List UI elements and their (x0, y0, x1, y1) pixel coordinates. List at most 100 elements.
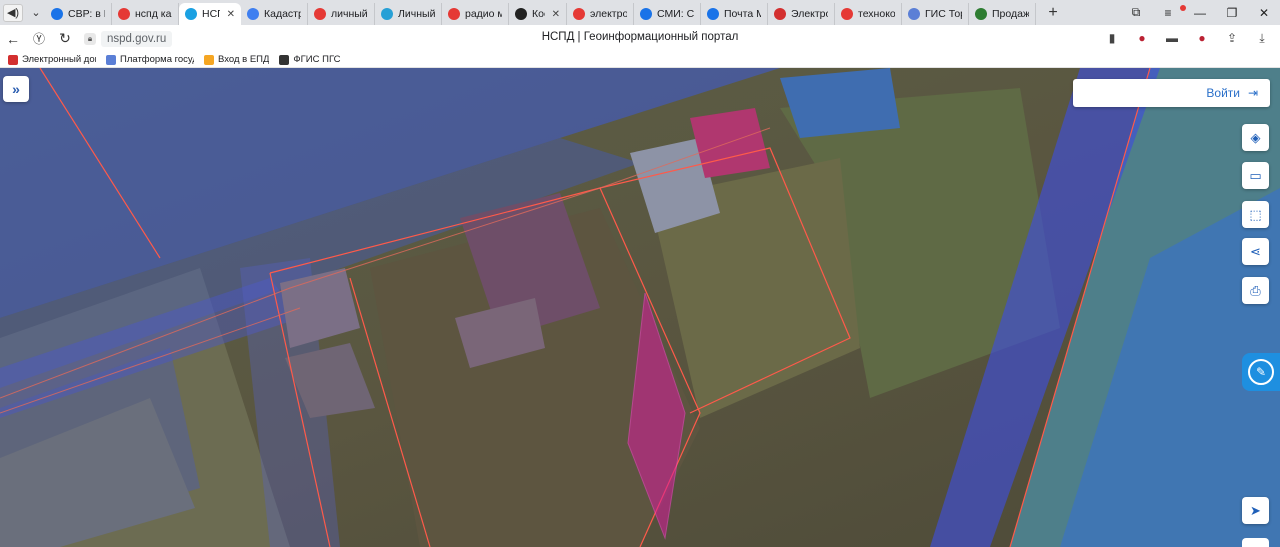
map-canvas[interactable]: » Войти ⇥ ◈ ▭ ⬚ ⋖ ⎙ ✎ ➤ (0, 68, 1280, 547)
tab-6[interactable]: радио м (442, 3, 509, 25)
bookmark-label: ФГИС ПГС (293, 54, 341, 65)
tab-1[interactable]: нспд кар (112, 3, 179, 25)
yandex-icon (573, 8, 585, 20)
mail-icon (707, 8, 719, 20)
globe-icon (51, 8, 63, 20)
address-bar: ← Ⓨ ↻ 🔒︎ nspd.gov.ru НСПД | Геоинформаци… (0, 25, 1280, 52)
tab-label: СВР: в ЕС (68, 8, 105, 20)
print-icon[interactable]: ⎙ (1242, 277, 1269, 304)
url-field[interactable]: 🔒︎ nspd.gov.ru (84, 29, 173, 49)
address-bar-actions: ▮ ● ▬ ● ⇪ ⤓ (1102, 28, 1272, 48)
chevron-down-icon[interactable]: ⌄ (27, 4, 45, 22)
extension-2-icon[interactable]: ● (1192, 28, 1212, 48)
tab-label: Почта М (724, 8, 761, 20)
expand-panel-button[interactable]: » (3, 76, 29, 102)
bookmark-0[interactable]: Электронный док (8, 54, 96, 65)
collections-icon[interactable]: ⧉ (1120, 5, 1152, 20)
bookmark-label: Вход в ЕПД (218, 54, 270, 65)
share-icon[interactable]: ⇪ (1222, 28, 1242, 48)
yandex-icon (314, 8, 326, 20)
tab-label: ГИС Тор (925, 8, 962, 20)
close-tab-icon[interactable]: ✕ (552, 9, 560, 20)
download-icon[interactable]: ⤓ (1252, 28, 1272, 48)
bookmark-icon[interactable]: ▮ (1102, 28, 1122, 48)
tab-14[interactable]: Продажа (969, 3, 1036, 25)
audio-icon[interactable]: ◀) (3, 3, 23, 22)
tabs-container: СВР: в ЕС нспд кар НСПД ✕ Кадастро личный Личн… (45, 0, 1036, 25)
yandex-icon (448, 8, 460, 20)
tab-7[interactable]: Кос ✕ (509, 3, 567, 25)
url-text[interactable]: nspd.gov.ru (101, 30, 173, 47)
tab-label: электрон (590, 8, 627, 20)
bookmark-label: Электронный док (22, 54, 96, 65)
lock-icon: 🔒︎ (84, 32, 96, 45)
bookmark-2[interactable]: Вход в ЕПД (204, 54, 269, 65)
bookmark-3[interactable]: ФГИС ПГС (279, 54, 341, 65)
globe-icon (640, 8, 652, 20)
bookmark-1[interactable]: Платформа госуд (106, 54, 194, 65)
tab-label: Кадастро (264, 8, 301, 20)
layers-icon[interactable]: ◈ (1242, 124, 1269, 151)
minimize-icon[interactable]: — (1184, 6, 1216, 20)
bars-icon (975, 8, 987, 20)
bottom-tool[interactable] (1242, 538, 1269, 547)
tab-8[interactable]: электрон (567, 3, 634, 25)
tab-label: Продажа (992, 8, 1029, 20)
tab-0[interactable]: СВР: в ЕС (45, 3, 112, 25)
ruler-icon[interactable]: ▭ (1242, 162, 1269, 189)
doc-icon (8, 54, 18, 65)
reload-icon[interactable]: ↻ (52, 26, 78, 52)
nspd-icon (185, 8, 197, 20)
tab-label: Кос (532, 8, 545, 20)
map-icon (247, 8, 259, 20)
tab-label: личный (331, 8, 368, 20)
close-tab-icon[interactable]: ✕ (227, 9, 235, 20)
geolocation-icon[interactable]: ➤ (1242, 497, 1269, 524)
tab-label: СМИ: СШ (657, 8, 694, 20)
page-title: НСПД | Геоинформационный портал (541, 31, 739, 43)
assistant-button[interactable]: ✎ (1242, 353, 1280, 391)
notification-dot (1180, 5, 1186, 11)
yandex-icon (841, 8, 853, 20)
arrow-icon (204, 54, 214, 65)
share-icon-map[interactable]: ⋖ (1242, 238, 1269, 265)
tab-strip-left-controls: ◀) ⌄ (0, 0, 45, 25)
tab-label: нспд кар (135, 8, 172, 20)
tab-10[interactable]: Почта М (701, 3, 768, 25)
doc-icon (774, 8, 786, 20)
gov-icon (106, 54, 116, 65)
back-icon[interactable]: ← (0, 26, 26, 52)
tab-label: техноко (858, 8, 895, 20)
yandex-icon (118, 8, 130, 20)
yandex-logo-icon[interactable]: Ⓨ (26, 26, 52, 52)
building-top (780, 68, 900, 138)
login-icon[interactable]: ⇥ (1246, 86, 1260, 100)
bookmark-label: Платформа госуд (120, 54, 194, 65)
bookmarks-bar: Электронный док Платформа госуд Вход в ЕПД… (0, 52, 1280, 68)
tab-12[interactable]: техноко (835, 3, 902, 25)
tab-2[interactable]: НСПД ✕ (179, 3, 241, 25)
tab-label: Личный (398, 8, 435, 20)
tab-4[interactable]: личный (308, 3, 375, 25)
tab-label: НСПД (202, 8, 220, 20)
extension-icon[interactable]: ● (1132, 28, 1152, 48)
tab-3[interactable]: Кадастро (241, 3, 308, 25)
login-button[interactable]: Войти (1206, 86, 1240, 100)
shield-icon (279, 54, 290, 65)
hat-icon[interactable]: ▬ (1162, 28, 1182, 48)
close-window-icon[interactable]: ✕ (1248, 6, 1280, 20)
tab-9[interactable]: СМИ: СШ (634, 3, 701, 25)
record-icon (515, 8, 527, 20)
gov-icon (908, 8, 920, 20)
tab-13[interactable]: ГИС Тор (902, 3, 969, 25)
tab-label: Электро (791, 8, 828, 20)
restore-icon[interactable]: ❐ (1216, 6, 1248, 20)
tab-strip: ◀) ⌄ СВР: в ЕС нспд кар НСПД ✕ Кадастро личны… (0, 0, 1280, 25)
tab-label: радио м (465, 8, 502, 20)
aerial-map[interactable] (0, 68, 1280, 547)
login-panel[interactable]: Войти ⇥ (1073, 79, 1270, 107)
tab-5[interactable]: Личный (375, 3, 442, 25)
tab-11[interactable]: Электро (768, 3, 835, 25)
select-area-icon[interactable]: ⬚ (1242, 201, 1269, 228)
new-tab-button[interactable]: + (1042, 2, 1064, 24)
